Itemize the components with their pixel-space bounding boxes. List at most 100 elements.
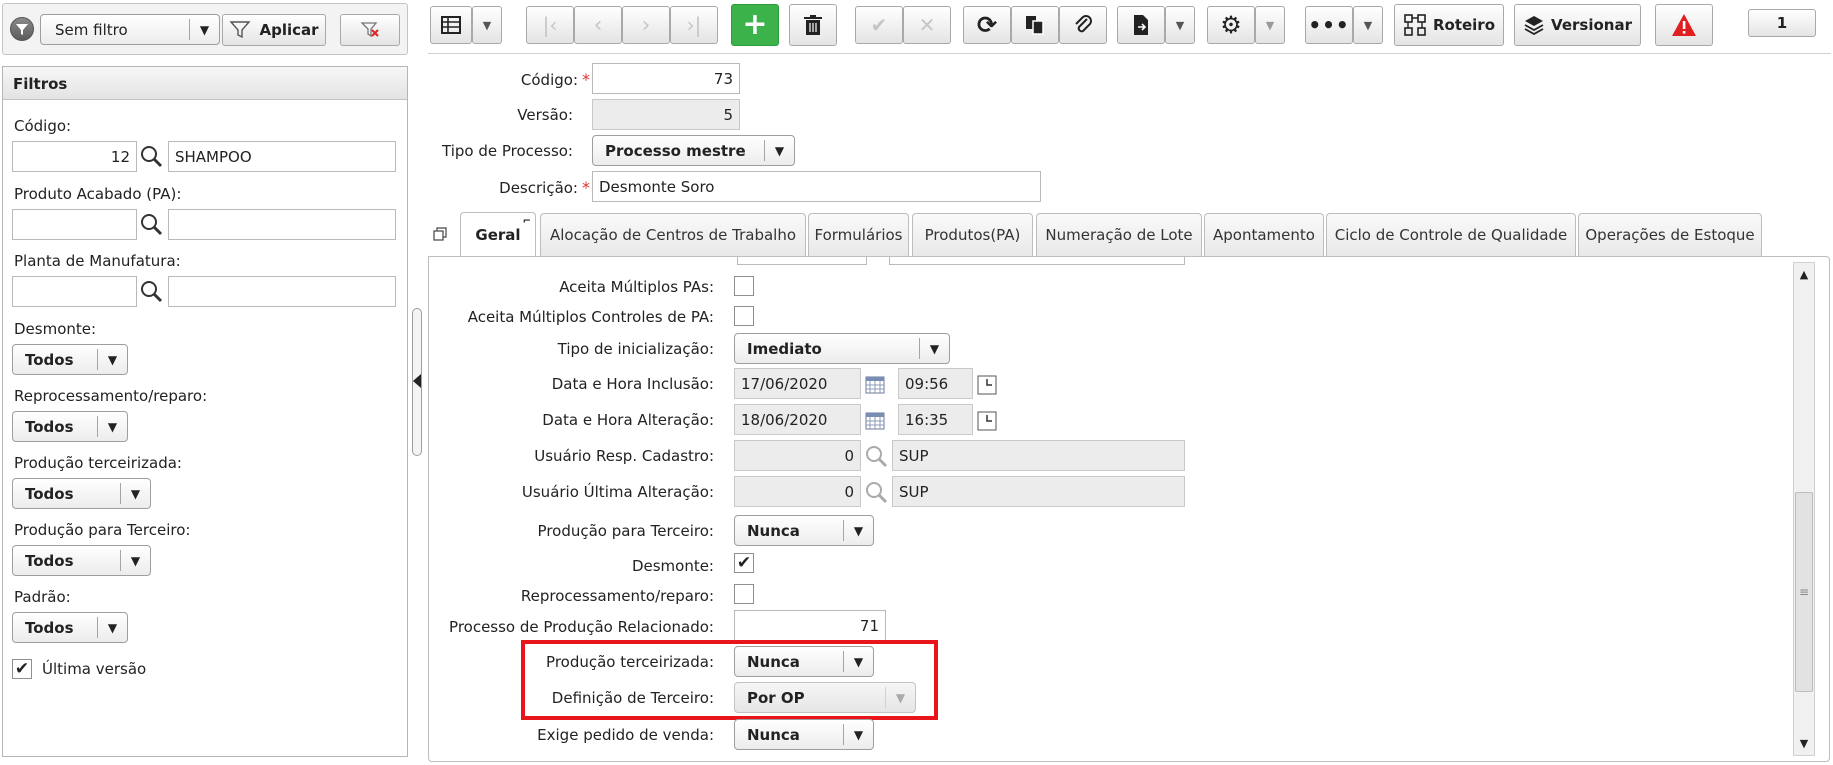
scroll-thumb[interactable]: ≡: [1795, 492, 1813, 692]
processo-rel-input[interactable]: 71: [734, 610, 886, 641]
exige-pedido-select[interactable]: Nunca ▼: [734, 719, 874, 750]
tab-formularios-label: Formulários: [814, 226, 903, 244]
first-record-button[interactable]: |‹: [526, 6, 574, 44]
add-record-button[interactable]: +: [731, 4, 779, 46]
filter-planta-desc[interactable]: [168, 276, 396, 307]
refresh-icon: ⟳: [976, 11, 998, 39]
filter-produto-input[interactable]: [12, 209, 137, 240]
cancel-button[interactable]: ✕: [903, 6, 951, 44]
tipo-init-select[interactable]: Imediato ▼: [734, 333, 950, 364]
alteracao-time: 16:35: [898, 404, 973, 435]
tab-apontamento[interactable]: Apontamento: [1204, 213, 1324, 256]
report-dropdown[interactable]: ▼: [1165, 6, 1195, 44]
versionar-button[interactable]: Versionar: [1514, 4, 1641, 46]
ultima-versao-checkbox[interactable]: ✔: [12, 659, 32, 679]
tab-operacoes-estoque[interactable]: Operações de Estoque: [1578, 213, 1762, 256]
clock-icon[interactable]: [977, 375, 997, 395]
tab-alocacao-label: Alocação de Centros de Trabalho: [549, 226, 797, 244]
required-icon: *: [582, 70, 590, 89]
duplicate-button[interactable]: [1011, 6, 1059, 44]
reprocess-checkbox[interactable]: [734, 584, 754, 604]
prev-icon: ‹: [593, 12, 603, 38]
inclusao-date: 17/06/2020: [734, 368, 861, 399]
clock-icon[interactable]: [977, 411, 997, 431]
clipped-field-right: [889, 257, 1185, 265]
confirm-button[interactable]: ✔: [855, 6, 903, 44]
inclusao-time: 09:56: [898, 368, 973, 399]
filter-add-icon[interactable]: [10, 17, 34, 41]
roteiro-button[interactable]: Roteiro: [1394, 4, 1504, 46]
filter-padrao-select[interactable]: Todos ▼: [12, 612, 128, 643]
filter-produto-desc[interactable]: [168, 209, 396, 240]
codigo-input[interactable]: 73: [592, 63, 740, 94]
apply-filter-button[interactable]: Aplicar: [222, 14, 326, 46]
page-number-button[interactable]: 1: [1748, 9, 1816, 37]
aceita-pas-checkbox[interactable]: [734, 276, 754, 296]
settings-button[interactable]: ⚙: [1207, 6, 1255, 44]
aceita-ctrl-checkbox[interactable]: [734, 306, 754, 326]
usuario-cad-name: SUP: [892, 440, 1185, 471]
settings-dropdown[interactable]: ▼: [1255, 6, 1285, 44]
filter-paraterceiro-select[interactable]: Todos ▼: [12, 545, 151, 576]
calendar-icon[interactable]: [865, 412, 885, 430]
scroll-down-button[interactable]: ▼: [1794, 732, 1814, 754]
more-actions-button[interactable]: •••: [1305, 6, 1353, 44]
grid-view-button[interactable]: [430, 6, 472, 44]
more-actions-dropdown[interactable]: ▼: [1353, 6, 1383, 44]
prod-terceiro-label: Produção para Terceiro:: [537, 522, 714, 540]
inclusao-label: Data e Hora Inclusão:: [551, 375, 714, 393]
versao-input: 5: [592, 99, 740, 130]
tab-ciclo-qualidade[interactable]: Ciclo de Controle de Qualidade: [1326, 213, 1576, 256]
filter-codigo-input[interactable]: 12: [12, 141, 137, 172]
filter-codigo-desc[interactable]: SHAMPOO: [168, 141, 396, 172]
tipo-init-label: Tipo de inicialização:: [557, 340, 714, 358]
tab-formularios[interactable]: Formulários: [808, 213, 909, 256]
filter-select[interactable]: Sem filtro ▼: [40, 14, 220, 45]
prod-terceiro-value: Nunca: [747, 521, 800, 540]
chevron-down-icon: ▼: [885, 687, 915, 708]
search-icon[interactable]: [864, 444, 888, 468]
tab-alocacao[interactable]: Alocação de Centros de Trabalho: [540, 213, 806, 256]
prev-record-button[interactable]: ‹: [574, 6, 622, 44]
tab-geral[interactable]: Geral ⌐: [460, 212, 536, 257]
plus-icon: +: [742, 7, 768, 42]
alert-button[interactable]: [1655, 4, 1713, 46]
search-icon[interactable]: [864, 480, 888, 504]
filter-desmonte-select[interactable]: Todos ▼: [12, 344, 128, 375]
desmonte-checkbox[interactable]: ✔: [734, 553, 754, 573]
attach-button[interactable]: [1059, 6, 1107, 44]
grid-icon: [441, 16, 461, 34]
search-icon[interactable]: [139, 144, 163, 168]
restore-window-icon[interactable]: [433, 227, 448, 242]
calendar-icon[interactable]: [865, 376, 885, 394]
search-icon[interactable]: [139, 212, 163, 236]
next-record-button[interactable]: ›: [622, 6, 670, 44]
refresh-button[interactable]: ⟳: [963, 6, 1011, 44]
caret-down-icon: ▼: [1363, 18, 1373, 32]
tab-produtos[interactable]: Produtos(PA): [912, 213, 1033, 256]
tipo-processo-select[interactable]: Processo mestre ▼: [592, 135, 795, 166]
scroll-up-button[interactable]: ▲: [1794, 263, 1814, 285]
filters-title: Filtros: [3, 67, 407, 100]
filter-terceirizada-select[interactable]: Todos ▼: [12, 478, 151, 509]
apply-filter-label: Aplicar: [259, 21, 319, 39]
search-icon[interactable]: [139, 279, 163, 303]
clear-filter-button[interactable]: [340, 14, 400, 46]
tab-numeracao-lote[interactable]: Numeração de Lote: [1036, 213, 1202, 256]
prod-terceiro-select[interactable]: Nunca ▼: [734, 515, 874, 546]
report-button[interactable]: [1117, 6, 1165, 44]
def-terceiro-select[interactable]: Por OP ▼: [734, 682, 916, 713]
terceirizada-select[interactable]: Nunca ▼: [734, 646, 874, 677]
filter-terceirizada-label: Produção terceirizada:: [14, 454, 182, 472]
delete-record-button[interactable]: [789, 4, 837, 46]
tab-geral-label: Geral: [475, 226, 521, 244]
filter-reprocess-select[interactable]: Todos ▼: [12, 411, 128, 442]
filter-produto-label: Produto Acabado (PA):: [14, 185, 182, 203]
usuario-cad-label: Usuário Resp. Cadastro:: [534, 447, 714, 465]
clear-filter-icon: [360, 22, 379, 38]
filter-planta-input[interactable]: [12, 276, 137, 307]
last-record-button[interactable]: ›|: [670, 6, 718, 44]
descricao-input[interactable]: Desmonte Soro: [592, 171, 1041, 202]
trash-icon: [804, 15, 822, 35]
grid-view-dropdown[interactable]: ▼: [472, 6, 502, 44]
